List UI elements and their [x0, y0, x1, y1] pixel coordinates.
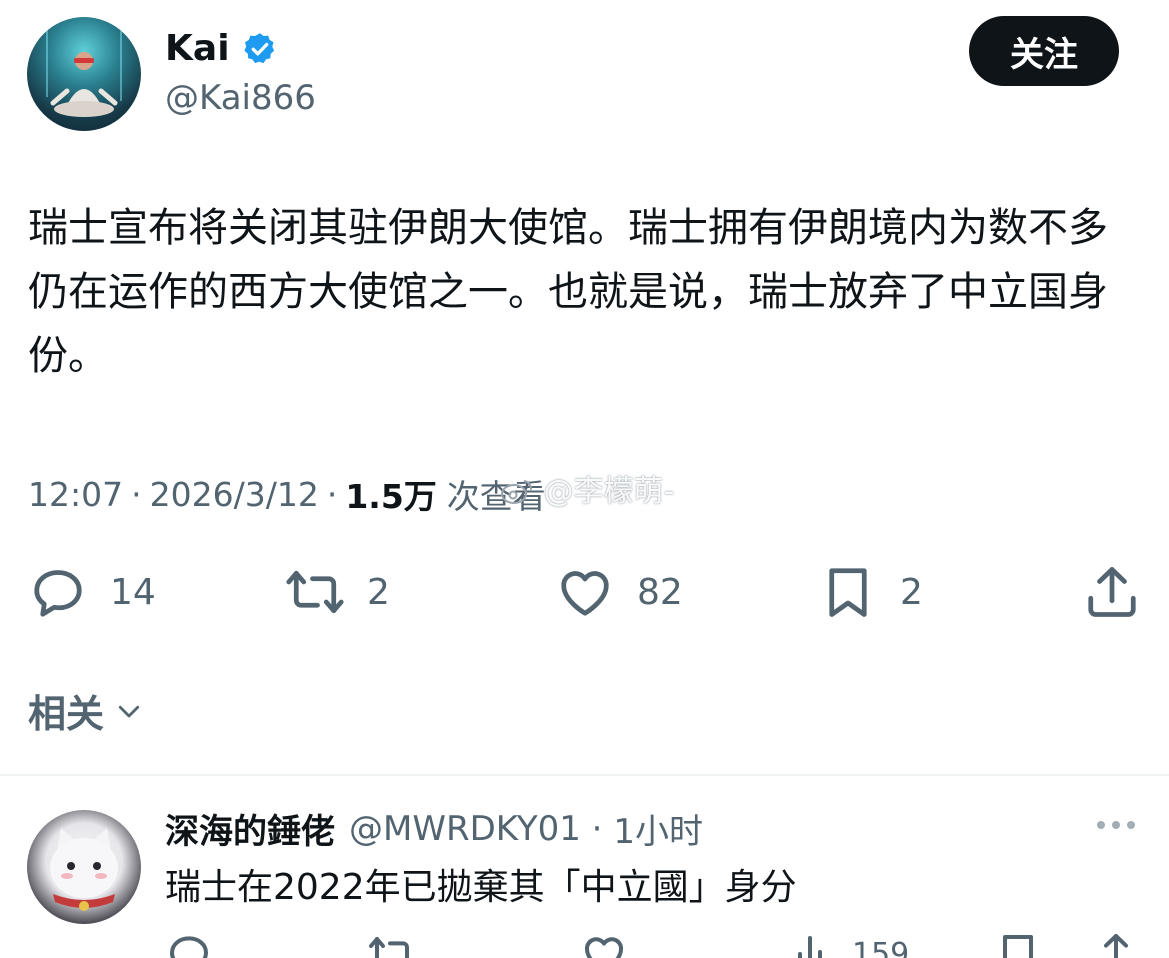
follow-button[interactable]: 关注 [969, 16, 1119, 86]
reply-share-button[interactable] [1092, 930, 1140, 958]
section-divider [0, 774, 1169, 776]
reply-author-handle[interactable]: @MWRDKY01 [349, 809, 581, 849]
reply-count: 14 [110, 571, 156, 613]
heart-icon [561, 571, 609, 616]
like-count: 82 [637, 571, 683, 613]
author-name-row: Kai [165, 28, 278, 69]
meta-separator: · [580, 808, 614, 849]
white-cat-avatar-icon [50, 828, 118, 911]
retweet-button[interactable]: 2 [285, 560, 390, 624]
heart-icon [585, 937, 623, 958]
tweet-header: Kai @Kai866 关注 [0, 0, 1169, 150]
related-toggle[interactable]: 相关 [28, 683, 144, 738]
retweet-icon [369, 937, 409, 958]
more-options-button[interactable] [1093, 810, 1139, 840]
views-count: 1.5万 [345, 477, 437, 516]
weibo-logo-icon [501, 480, 532, 504]
reply-icon [170, 936, 208, 958]
author-avatar[interactable] [27, 17, 141, 131]
share-icon [1088, 567, 1136, 617]
reply-author-avatar[interactable] [27, 810, 141, 924]
reply-retweet-button[interactable] [368, 930, 416, 958]
retweet-icon [286, 570, 344, 614]
reply-button[interactable]: 14 [28, 560, 156, 624]
watermark: @李檬萌- [500, 466, 674, 510]
reply-views-button[interactable]: 159 [790, 930, 909, 958]
reply-text: 瑞士在2022年已拋棄其「中立國」身分 [165, 867, 797, 908]
share-button[interactable] [1082, 560, 1142, 624]
reply-action-bar: 159 [0, 930, 1169, 958]
tweet-text: 瑞士宣布将关闭其驻伊朗大使馆。瑞士拥有伊朗境内为数不多仍在运作的西方大使馆之一。… [28, 205, 1108, 379]
bookmark-count: 2 [900, 571, 923, 613]
watermark-text: @李檬萌- [543, 474, 675, 509]
like-button[interactable]: 82 [555, 560, 683, 624]
meditating-figure-avatar-icon [46, 27, 122, 117]
reply-reply-button[interactable] [165, 930, 213, 958]
tweet-time[interactable]: 12:07 [28, 475, 123, 514]
bookmark-button[interactable]: 2 [818, 560, 923, 624]
verified-badge-icon [243, 32, 274, 63]
tweet-date[interactable]: 2026/3/12 [150, 475, 319, 514]
related-label: 相关 [28, 692, 105, 736]
tweet-action-bar: 14 2 82 2 [0, 560, 1169, 624]
tweet-meta: 12:07 · 2026/3/12 · 1.5万 次查看 [28, 470, 546, 518]
author-handle[interactable]: @Kai866 [165, 78, 316, 118]
reply-author-name[interactable]: 深海的錘佬 [165, 804, 335, 853]
reply-bookmark-button[interactable] [994, 930, 1042, 958]
reply-header: 深海的錘佬 @MWRDKY01 · 1小时 [165, 804, 703, 853]
reply-icon [34, 570, 82, 617]
reply-time[interactable]: 1小时 [613, 804, 703, 853]
reply-like-button[interactable] [580, 930, 628, 958]
meta-separator: · [326, 474, 338, 514]
chevron-down-icon [118, 705, 140, 717]
meta-separator: · [131, 474, 142, 514]
author-name[interactable]: Kai [165, 28, 230, 69]
bookmark-icon [1003, 935, 1033, 958]
reply-views-count: 159 [852, 936, 910, 958]
bookmark-icon [829, 568, 867, 617]
more-dots-icon [1097, 821, 1135, 829]
retweet-count: 2 [367, 571, 390, 613]
analytics-icon [798, 936, 830, 958]
share-icon [1104, 934, 1128, 958]
